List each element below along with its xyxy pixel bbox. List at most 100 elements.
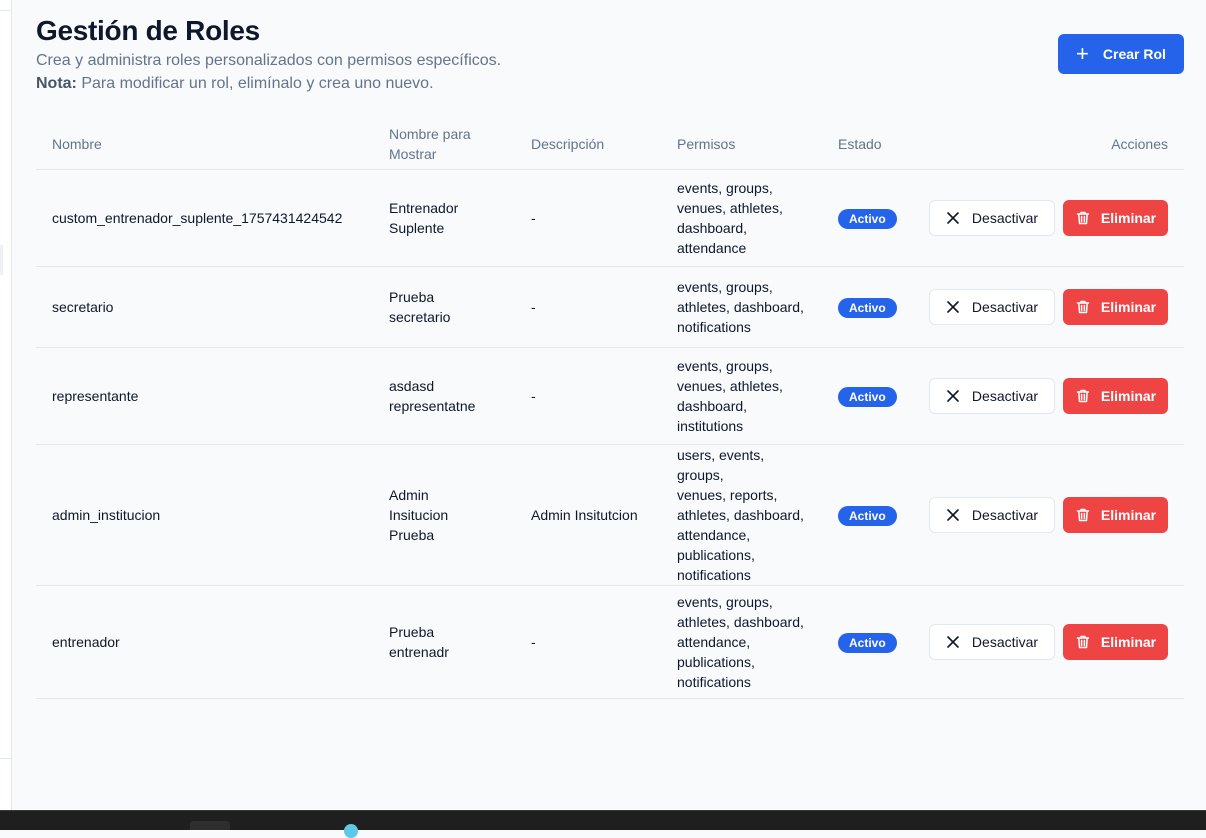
permission-line: users, events, groups, [677,447,765,483]
role-actions: Desactivar Eliminar [913,266,1184,348]
delete-label: Eliminar [1100,210,1157,226]
column-header-status: Estado [822,119,913,170]
delete-label: Eliminar [1100,299,1157,315]
delete-button[interactable]: Eliminar [1063,624,1168,660]
plus-icon: + [1076,41,1089,66]
page-note: Nota: Para modificar un rol, elimínalo y… [36,72,501,96]
role-description: - [515,347,661,445]
close-icon [946,211,960,225]
sidebar-divider [0,10,11,11]
role-name: entrenador [36,585,373,699]
close-icon [946,635,960,649]
deactivate-button[interactable]: Desactivar [929,378,1055,414]
permission-line: notifications [677,319,751,335]
delete-button[interactable]: Eliminar [1063,289,1168,325]
table-row: admin_institucion Admin Insitucion Prueba… [36,444,1184,586]
permission-line: events, groups, [677,180,773,196]
sidebar-edge-marker [0,245,3,275]
permission-line: dashboard, [677,220,748,236]
note-text: Para modificar un rol, elimínalo y crea … [76,75,434,92]
column-header-permissions: Permisos [661,119,822,170]
role-status-cell: Activo [822,444,913,586]
column-header-actions: Acciones [913,119,1184,170]
deactivate-label: Desactivar [971,299,1039,315]
status-badge: Activo [838,505,897,526]
trash-icon [1075,634,1091,650]
permission-line: athletes, dashboard, [677,507,804,523]
role-actions: Desactivar Eliminar [913,347,1184,445]
role-name: representante [36,347,373,445]
role-display-name: Prueba entrenadr [373,585,515,699]
permission-line: events, groups, [677,594,773,610]
role-description: - [515,266,661,348]
permission-line: events, groups, [677,358,773,374]
table-row: custom_entrenador_suplente_1757431424542… [36,169,1184,267]
status-badge: Activo [838,297,897,318]
role-display-name: asdasd representatne [373,347,515,445]
create-role-label: Crear Rol [1102,46,1166,62]
permission-line: notifications [677,567,751,583]
role-status-cell: Activo [822,347,913,445]
column-header-display-name: Nombre para Mostrar [373,119,515,170]
deactivate-label: Desactivar [971,634,1039,650]
delete-label: Eliminar [1100,507,1157,523]
permission-line: dashboard, [677,398,748,414]
deactivate-label: Desactivar [971,388,1039,404]
delete-button[interactable]: Eliminar [1063,497,1168,533]
note-label: Nota: [36,75,77,92]
delete-button[interactable]: Eliminar [1063,200,1168,236]
permission-line: attendance, [677,527,751,543]
sidebar-edge [0,0,12,810]
page-header: Gestión de Roles Crea y administra roles… [36,14,501,96]
permission-line: venues, athletes, [677,378,783,394]
permission-line: venues, reports, [677,487,778,503]
role-display-name: Admin Insitucion Prueba [373,444,515,586]
role-display-name: Prueba secretario [373,266,515,348]
permission-line: athletes, dashboard, [677,614,804,630]
table-row: secretario Prueba secretario - events, grou… [36,266,1184,348]
permission-line: venues, athletes, [677,200,783,216]
page-title: Gestión de Roles [36,15,260,46]
create-role-button[interactable]: + Crear Rol [1058,34,1184,74]
role-actions: Desactivar Eliminar [913,585,1184,699]
permission-line: athletes, dashboard, [677,299,804,315]
trash-icon [1075,299,1091,315]
close-icon [946,300,960,314]
role-description: Admin Insitutcion [515,444,661,586]
role-status-cell: Activo [822,266,913,348]
role-permissions: users, events, groups, venues, reports, at… [661,444,822,586]
os-taskbar [0,810,1206,838]
role-description: - [515,169,661,267]
role-actions: Desactivar Eliminar [913,444,1184,586]
permission-line: publications, [677,654,755,670]
permission-line: notifications [677,674,751,690]
permission-line: publications, [677,547,755,563]
role-permissions: events, groups, athletes, dashboard, notif… [661,266,822,348]
table-row: representante asdasd representatne - events… [36,347,1184,445]
role-actions: Desactivar Eliminar [913,169,1184,267]
role-description: - [515,585,661,699]
taskbar-app-icon[interactable] [344,824,358,838]
role-permissions: events, groups, venues, athletes, dashboar… [661,169,822,267]
role-status-cell: Activo [822,169,913,267]
role-display-name: Entrenador Suplente [373,169,515,267]
trash-icon [1075,210,1091,226]
trash-icon [1075,507,1091,523]
deactivate-button[interactable]: Desactivar [929,497,1055,533]
role-permissions: events, groups, venues, athletes, dashboar… [661,347,822,445]
deactivate-button[interactable]: Desactivar [929,200,1055,236]
status-badge: Activo [838,208,897,229]
delete-button[interactable]: Eliminar [1063,378,1168,414]
table-header-row: Nombre Nombre para Mostrar Descripción P… [36,119,1184,170]
role-name: admin_institucion [36,444,373,586]
role-status-cell: Activo [822,585,913,699]
page-subtitle: Crea y administra roles personalizados c… [36,52,502,69]
trash-icon [1075,388,1091,404]
deactivate-label: Desactivar [971,507,1039,523]
deactivate-button[interactable]: Desactivar [929,624,1055,660]
deactivate-label: Desactivar [971,210,1039,226]
delete-label: Eliminar [1100,388,1157,404]
role-permissions: events, groups, athletes, dashboard, atten… [661,585,822,699]
deactivate-button[interactable]: Desactivar [929,289,1055,325]
permission-line: attendance, [677,634,751,650]
